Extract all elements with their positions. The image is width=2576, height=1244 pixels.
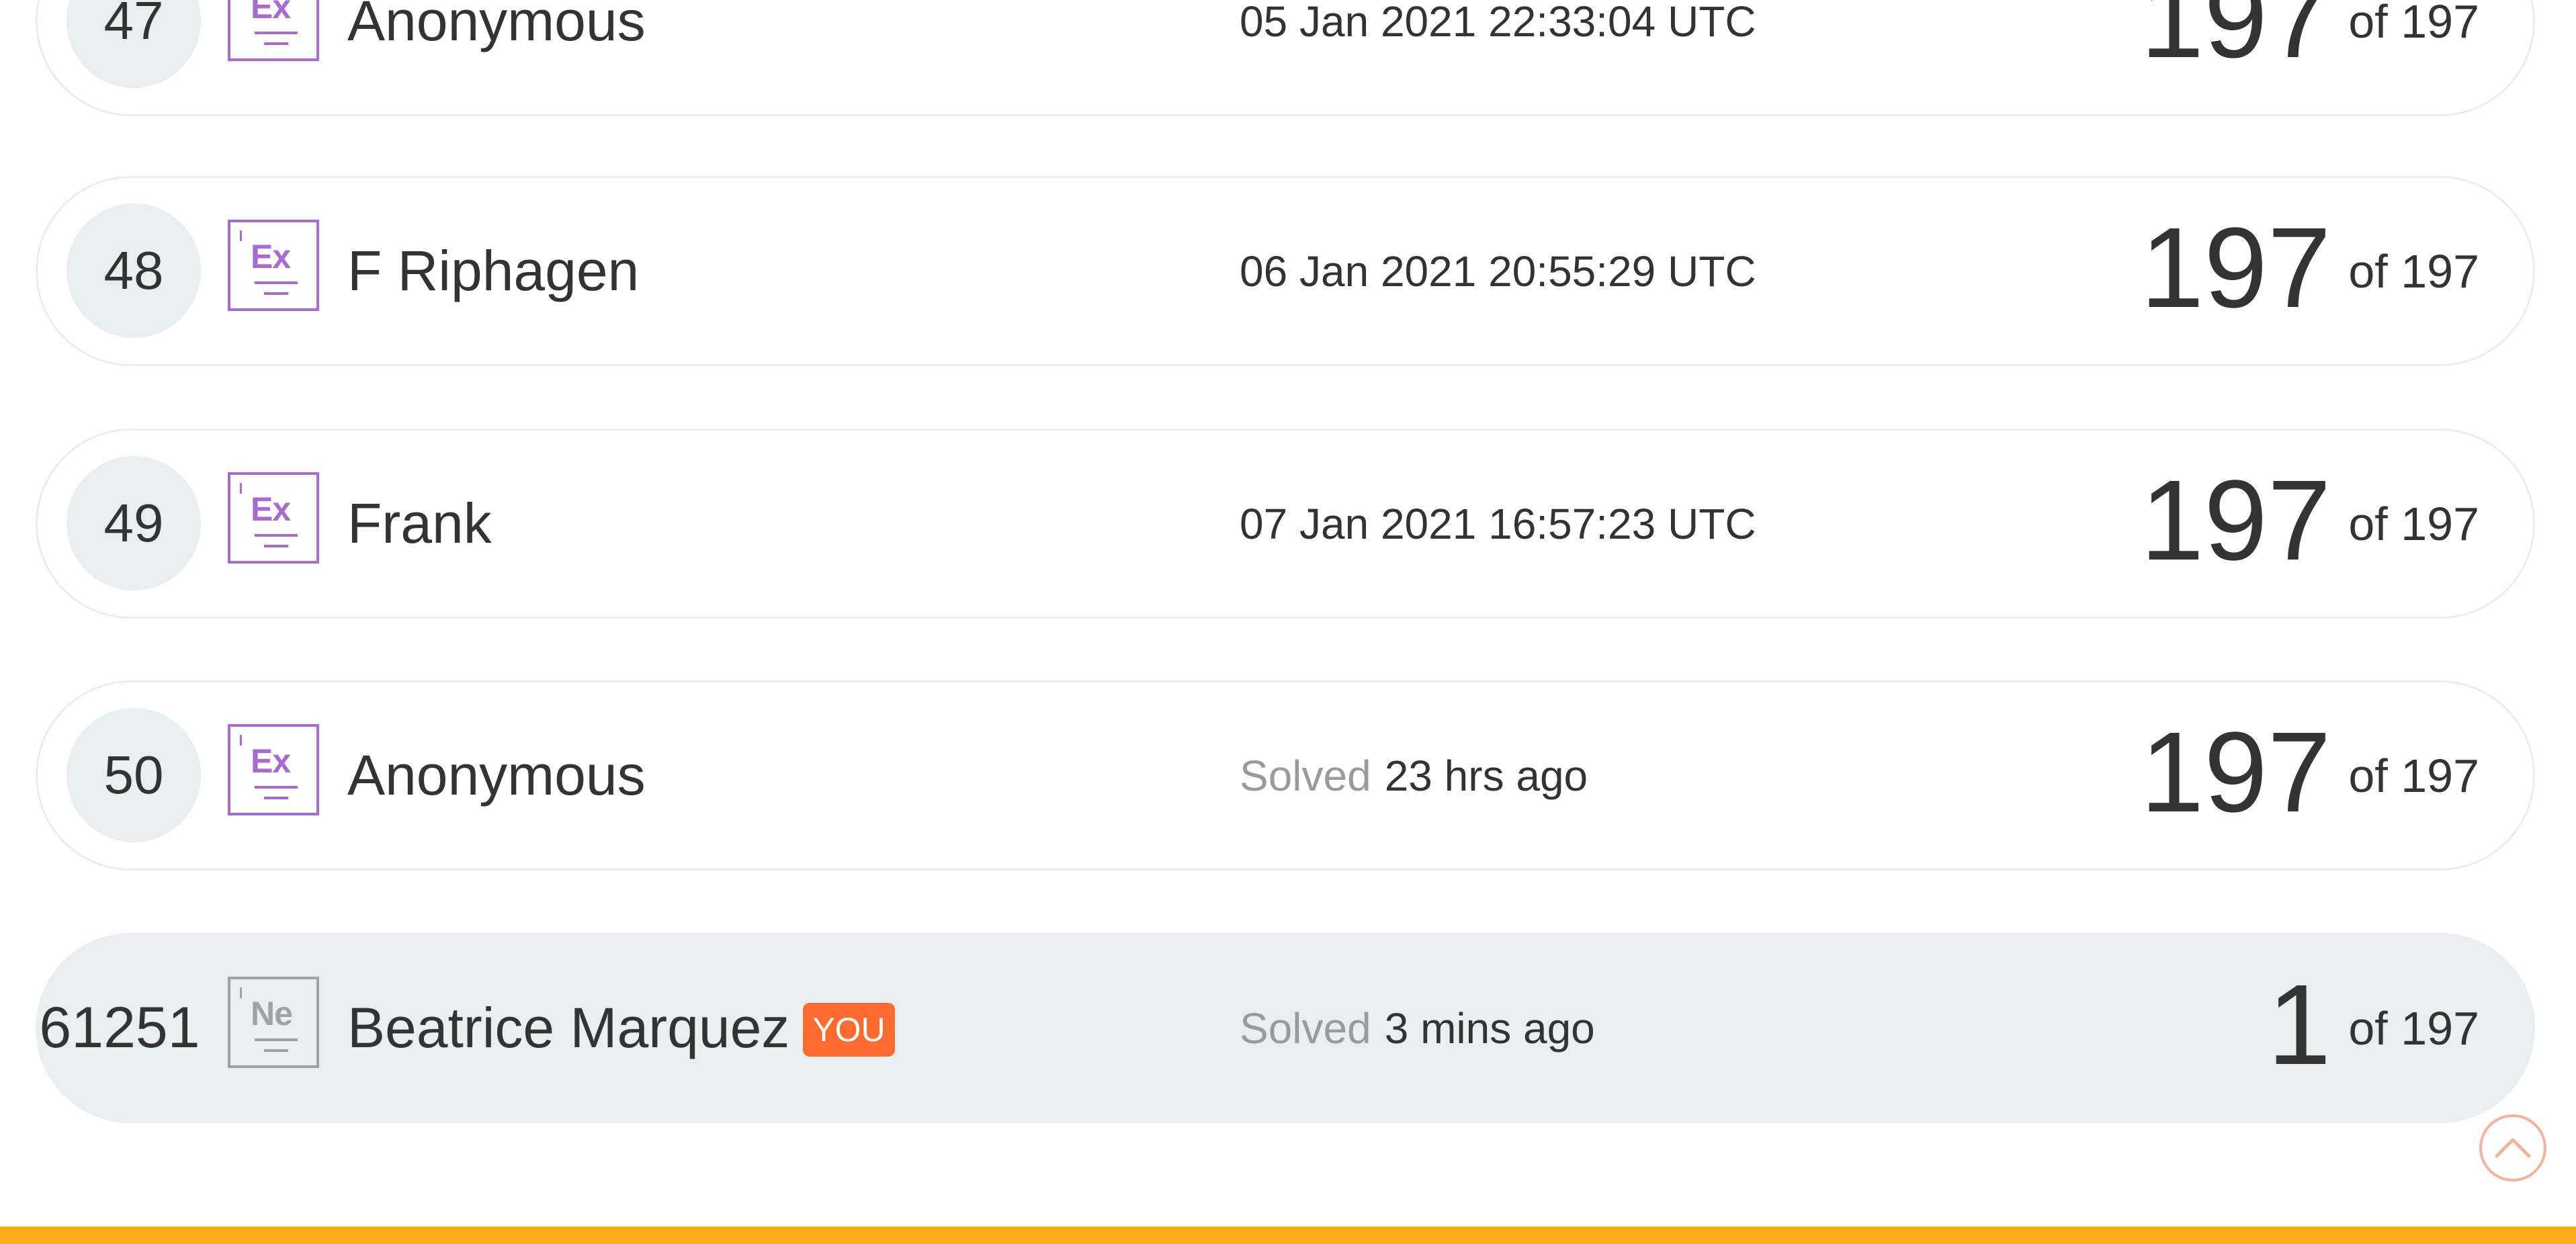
score-total: of 197 xyxy=(2348,0,2479,48)
score: 197 of 197 xyxy=(2141,682,2479,869)
solved-time-value: 3 mins ago xyxy=(1384,1004,1595,1053)
level-abbr: Ex xyxy=(251,238,291,275)
solved-time-value: 07 Jan 2021 16:57:23 UTC xyxy=(1240,499,1756,548)
user-name: Anonymous xyxy=(347,0,646,52)
score: 197 of 197 xyxy=(2141,178,2479,364)
score-value: 197 xyxy=(2140,708,2331,836)
rank-number: 50 xyxy=(67,708,201,842)
score-total: of 197 xyxy=(2348,497,2479,550)
score-value: 197 xyxy=(2140,204,2331,332)
solved-time: 05 Jan 2021 22:33:04 UTC xyxy=(1240,0,1756,114)
solved-label: Solved xyxy=(1240,1004,1371,1053)
solved-time: Solved 3 mins ago xyxy=(1240,935,1595,1121)
solved-label: Solved xyxy=(1240,751,1371,800)
level-expert-icon: Ex xyxy=(228,220,319,311)
chevron-up-icon xyxy=(2495,1138,2531,1158)
solved-time: 06 Jan 2021 20:55:29 UTC xyxy=(1240,178,1756,364)
solved-time: 07 Jan 2021 16:57:23 UTC xyxy=(1240,431,1756,617)
rank-number: 48 xyxy=(67,204,201,338)
level-abbr: Ne xyxy=(251,995,293,1032)
user-name: Anonymous xyxy=(347,744,646,807)
solved-time: Solved 23 hrs ago xyxy=(1240,682,1588,869)
you-badge: YOU xyxy=(803,1002,895,1057)
solved-time-value: 06 Jan 2021 20:55:29 UTC xyxy=(1240,247,1756,296)
level-expert-icon: Ex xyxy=(228,724,319,815)
score-total: of 197 xyxy=(2348,1002,2479,1055)
footer-accent-bar xyxy=(0,1227,2576,1244)
user-name: Beatrice Marquez YOU xyxy=(347,935,895,1121)
score-value: 197 xyxy=(2140,0,2331,82)
level-abbr: Ex xyxy=(251,490,291,528)
leaderboard-row: 48 Ex F Riphagen 06 Jan 2021 20:55:29 UT… xyxy=(36,176,2535,366)
level-abbr: Ex xyxy=(251,0,291,26)
leaderboard-row: 50 Ex Anonymous Solved 23 hrs ago 197 of… xyxy=(36,680,2535,871)
level-expert-icon: Ex xyxy=(228,0,319,61)
scroll-to-top-button[interactable] xyxy=(2479,1114,2546,1182)
rank-number: 61251 xyxy=(39,995,200,1060)
user-name: F Riphagen xyxy=(347,239,640,302)
level-newbie-icon: Ne xyxy=(228,977,319,1068)
rank-number: 47 xyxy=(67,0,201,88)
user-name-text: Beatrice Marquez xyxy=(347,996,790,1059)
solved-time-value: 23 hrs ago xyxy=(1384,751,1588,800)
score: 197 of 197 xyxy=(2141,431,2479,617)
score: 1 of 197 xyxy=(2268,935,2479,1121)
leaderboard-row: 47 Ex Anonymous 05 Jan 2021 22:33:04 UTC… xyxy=(36,0,2535,116)
solved-time-value: 05 Jan 2021 22:33:04 UTC xyxy=(1240,0,1756,46)
score: 197 of 197 xyxy=(2141,0,2479,114)
score-total: of 197 xyxy=(2348,749,2479,802)
rank-number: 49 xyxy=(67,456,201,590)
score-total: of 197 xyxy=(2348,245,2479,298)
score-value: 1 xyxy=(2267,961,2331,1089)
level-abbr: Ex xyxy=(251,742,291,780)
level-expert-icon: Ex xyxy=(228,472,319,564)
current-user-row: 61251 Ne Beatrice Marquez YOU Solved 3 m… xyxy=(36,933,2535,1123)
score-value: 197 xyxy=(2140,456,2331,584)
leaderboard-row: 49 Ex Frank 07 Jan 2021 16:57:23 UTC 197… xyxy=(36,429,2535,619)
user-name: Frank xyxy=(347,492,492,555)
